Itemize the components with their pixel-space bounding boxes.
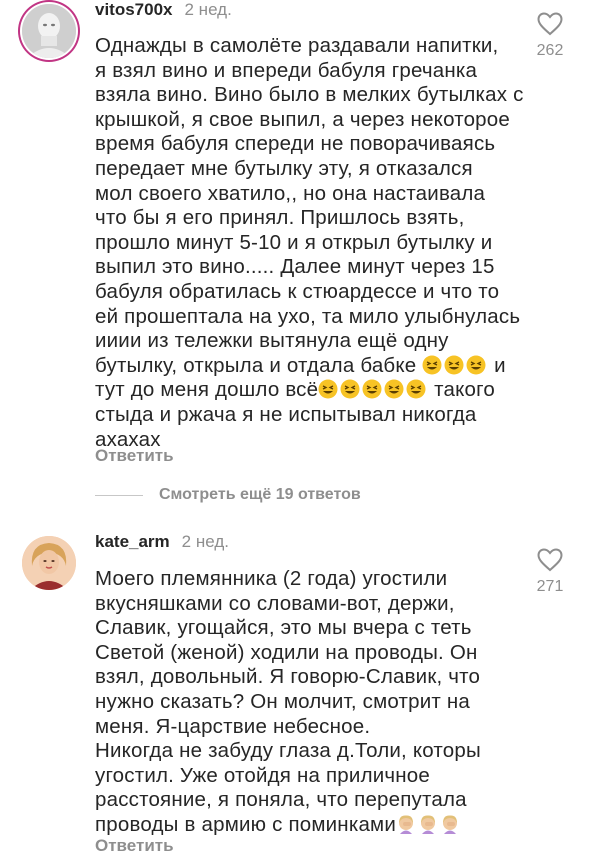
- heart-icon: [537, 12, 563, 36]
- comment-line: ииии из тележки вытянула ещё одну: [95, 329, 449, 353]
- timestamp: 2 нед.: [181, 532, 229, 551]
- comment-line: я взял вино и впереди бабуля гречанка: [95, 58, 478, 82]
- comment-line: бутылку, открыла и отдала бабке и: [95, 353, 506, 377]
- comment-text: Моего племянника (2 года) угостили вкусн…: [95, 567, 535, 838]
- like-button[interactable]: 262: [528, 12, 572, 60]
- facepalm-emoji: [443, 815, 457, 834]
- comment-line: время бабуля спереди не поворачиваясь: [95, 132, 496, 156]
- comment-line: нужно сказать? Он молчит, смотрит на: [95, 689, 470, 713]
- comment-line: Славик, угощайся, это мы вчера с теть: [95, 616, 472, 640]
- comment-text: Однажды в самолёте раздавали напитки, я …: [95, 34, 535, 452]
- comment-line: угостил. Уже отойдя на приличное: [95, 763, 430, 787]
- grinning-squinting-face-emoji: [444, 355, 464, 375]
- comment-line: вкусняшками со словами-вот, держи,: [95, 591, 455, 615]
- comment-line: Моего племянника (2 года) угостили: [95, 567, 448, 590]
- comment-line: расстояние, я поняла, что перепутала: [95, 788, 467, 812]
- comment-kate_arm: kate_arm 2 нед. Моего племянника (2 года…: [0, 528, 600, 867]
- username[interactable]: kate_arm: [95, 532, 170, 552]
- facepalm-emoji: [399, 815, 413, 834]
- comment-line: проводы в армию с поминками: [95, 813, 535, 838]
- avatar[interactable]: [22, 4, 76, 58]
- view-more-replies[interactable]: Смотреть ещё 19 ответов: [95, 486, 361, 504]
- comment-line: мол своего хватило,, но она настаивала: [95, 181, 486, 205]
- reply-button[interactable]: Ответить: [95, 446, 174, 466]
- grinning-squinting-face-emoji: [422, 355, 442, 375]
- comment-line: взял, довольный. Я говорю-Славик, что: [95, 665, 481, 689]
- comment-line: прошло минут 5-10 и я открыл бутылку и: [95, 230, 493, 254]
- laughing-emoji-group: [422, 354, 494, 377]
- comment-line: меня. Я-царствие небесное.: [95, 714, 371, 738]
- like-button[interactable]: 271: [528, 548, 572, 596]
- divider: [95, 494, 143, 496]
- grinning-squinting-face-emoji: [406, 379, 426, 399]
- grinning-squinting-face-emoji: [362, 379, 382, 399]
- comment-line: Светой (женой) ходили на проводы. Он: [95, 640, 478, 664]
- username[interactable]: vitos700x: [95, 0, 173, 20]
- comment-line: взяла вино. Вино было в мелких бутылках …: [95, 83, 524, 107]
- like-count: 271: [536, 578, 564, 595]
- reply-button[interactable]: Ответить: [95, 836, 174, 856]
- view-more-replies-label[interactable]: Смотреть ещё 19 ответов: [159, 486, 361, 504]
- comment-line: стыда и ржача я не испытывал никогда: [95, 402, 477, 426]
- comment-line: Однажды в самолёте раздавали напитки,: [95, 34, 499, 57]
- comment-line: что бы я его принял. Пришлось взять,: [95, 206, 465, 230]
- facepalm-emoji: [421, 815, 435, 834]
- facepalm-emoji-group: [396, 813, 462, 836]
- comment-line: выпил это вино..... Далее минут через 15: [95, 255, 495, 279]
- grinning-squinting-face-emoji: [466, 355, 486, 375]
- comment-line: ей прошептала на ухо, та мило улыбнулась: [95, 304, 521, 328]
- laughing-emoji-group: [318, 378, 428, 401]
- like-count: 262: [536, 42, 564, 59]
- heart-icon: [537, 548, 563, 572]
- grinning-squinting-face-emoji: [340, 379, 360, 399]
- comment-line: тут до меня дошло всё такого: [95, 378, 495, 402]
- avatar[interactable]: [22, 536, 76, 590]
- grinning-squinting-face-emoji: [384, 379, 404, 399]
- comment-vitos700x: vitos700x 2 нед. Однажды в самолёте разд…: [0, 0, 600, 470]
- grinning-squinting-face-emoji: [318, 379, 338, 399]
- comment-line: передает мне бутылку эту, я отказался: [95, 156, 473, 180]
- comment-line: крышкой, я свое выпил, а через некоторое: [95, 107, 510, 131]
- comment-line: бабуля обратилась к стюардессе и что то: [95, 279, 500, 303]
- timestamp: 2 нед.: [184, 0, 232, 19]
- comment-line: Никогда не забуду глаза д.Толи, которы: [95, 739, 481, 763]
